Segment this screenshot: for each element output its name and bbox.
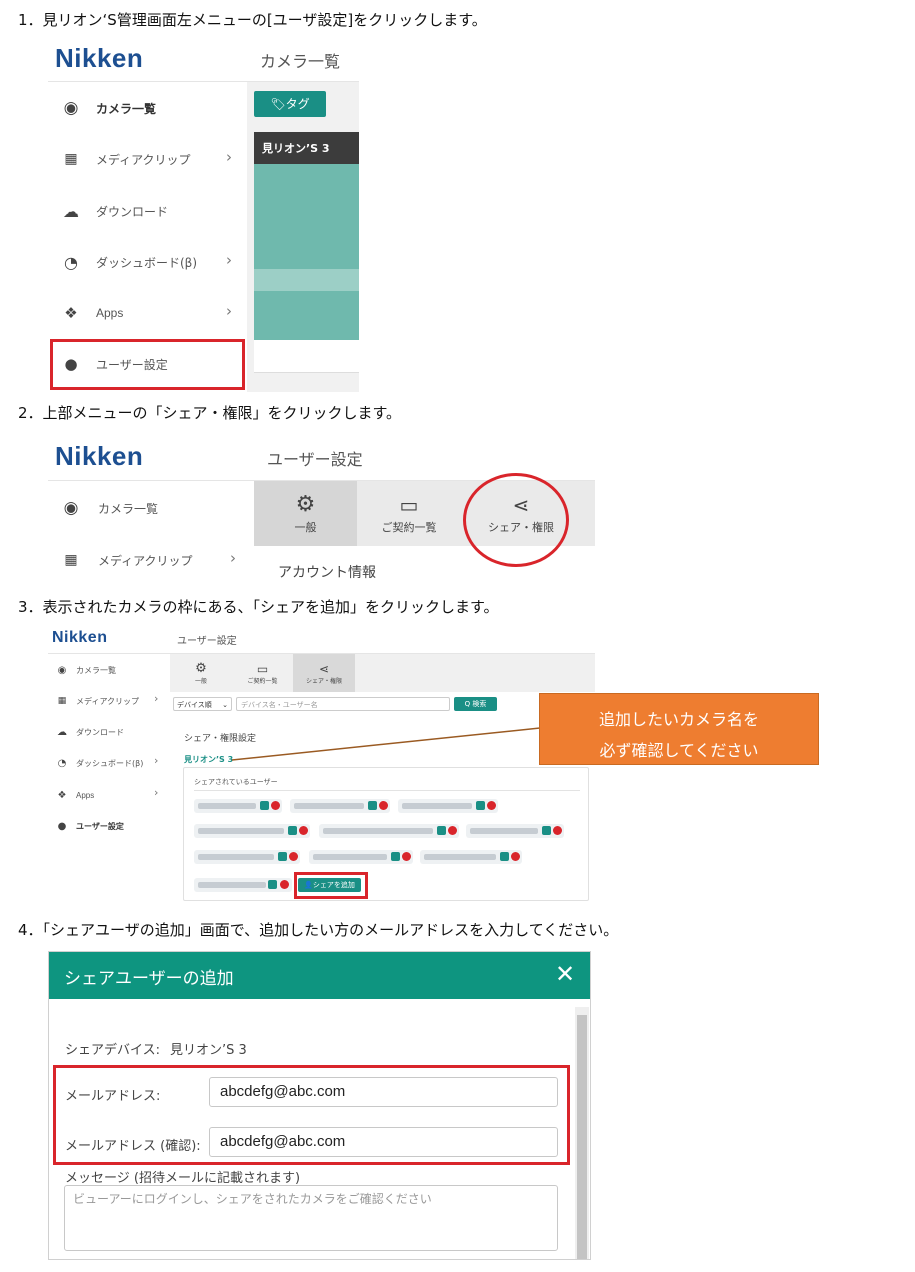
scrollbar-thumb[interactable] <box>577 1015 587 1259</box>
message-textarea[interactable]: ビューアーにログインし、シェアをされたカメラをご確認ください <box>64 1185 558 1251</box>
highlight-email-fields <box>53 1065 570 1165</box>
share-device-value: 見リオン’S 3 <box>170 1043 247 1058</box>
callout-line-2: 必ず確認してください <box>599 741 759 760</box>
message-label: メッセージ (招待メールに記載されます) <box>65 1171 301 1186</box>
share-device-label: シェアデバイス: <box>65 1043 160 1058</box>
callout-box: 追加したいカメラ名を 必ず確認してください <box>539 693 819 765</box>
dialog-title: シェアユーザーの追加 <box>64 969 234 989</box>
step-4-instruction: 4．「シェアユーザの追加」画面で、追加したい方のメールアドレスを入力してください… <box>18 921 619 939</box>
callout-line-1: 追加したいカメラ名を <box>598 710 759 729</box>
close-icon[interactable]: ✕ <box>555 960 575 988</box>
